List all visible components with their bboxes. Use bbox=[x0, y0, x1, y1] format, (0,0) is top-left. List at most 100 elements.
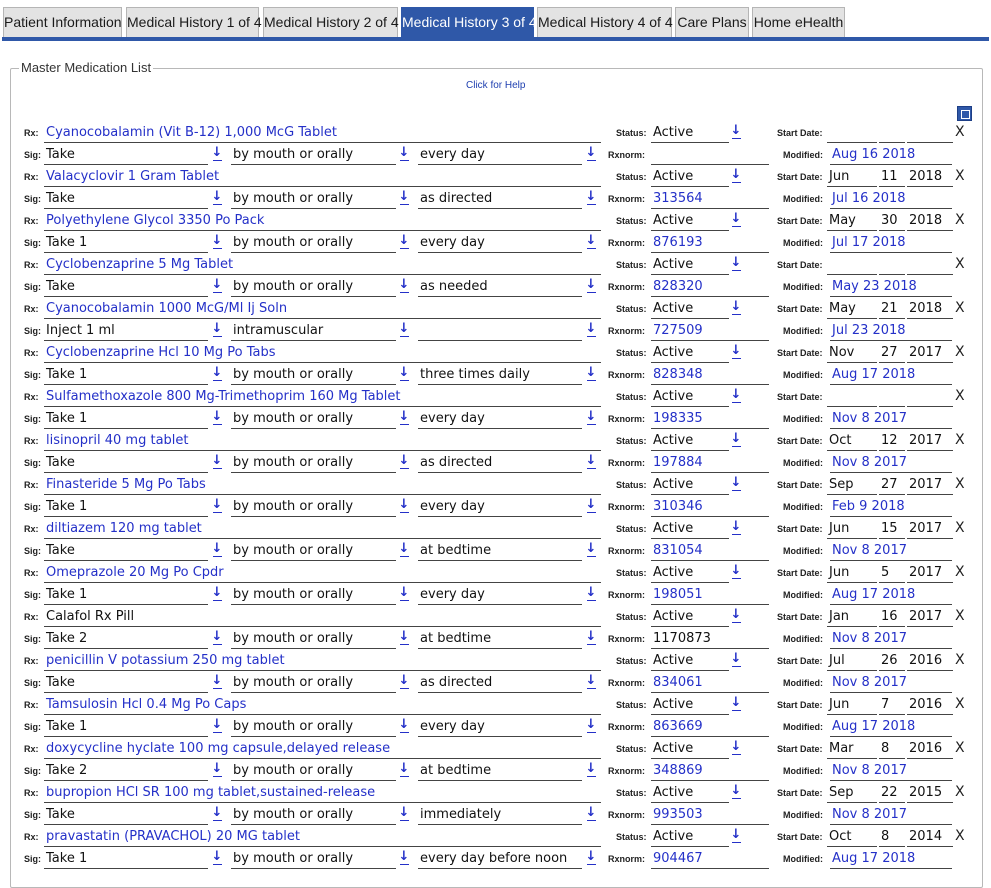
status-value[interactable]: Active bbox=[651, 784, 729, 803]
start-year-field[interactable] bbox=[907, 124, 953, 143]
sig-route-field[interactable]: by mouth or orally bbox=[231, 146, 396, 165]
rxnorm-value[interactable]: 834061 bbox=[651, 674, 769, 693]
down-arrow-icon[interactable]: ↓ bbox=[398, 190, 410, 207]
sig-frequency-field[interactable]: every day bbox=[418, 410, 582, 429]
down-arrow-icon[interactable]: ↓ bbox=[398, 498, 410, 515]
start-day-field[interactable]: 8 bbox=[879, 828, 905, 847]
clear-date-button[interactable]: X bbox=[955, 563, 965, 581]
medication-name[interactable]: Cyanocobalamin (Vit B-12) 1,000 McG Tabl… bbox=[44, 124, 601, 143]
medication-name[interactable]: lisinopril 40 mg tablet bbox=[44, 432, 601, 451]
tab-medical-history-1-of-4[interactable]: Medical History 1 of 4 bbox=[126, 7, 262, 37]
clear-date-button[interactable]: X bbox=[955, 695, 965, 713]
sig-route-field[interactable]: by mouth or orally bbox=[231, 366, 396, 385]
rxnorm-value[interactable]: 198051 bbox=[651, 586, 769, 605]
down-arrow-icon[interactable]: ↓ bbox=[730, 564, 742, 581]
sig-frequency-field[interactable]: every day before noon bbox=[418, 850, 582, 869]
medication-name[interactable]: Cyanocobalamin 1000 McG/Ml Ij Soln bbox=[44, 300, 601, 319]
status-value[interactable]: Active bbox=[651, 168, 729, 187]
down-arrow-icon[interactable]: ↓ bbox=[585, 322, 597, 339]
start-year-field[interactable] bbox=[907, 256, 953, 275]
rxnorm-value[interactable]: 828348 bbox=[651, 366, 769, 385]
start-day-field[interactable]: 21 bbox=[879, 300, 905, 319]
start-day-field[interactable]: 30 bbox=[879, 212, 905, 231]
down-arrow-icon[interactable]: ↓ bbox=[585, 586, 597, 603]
down-arrow-icon[interactable]: ↓ bbox=[730, 740, 742, 757]
sig-route-field[interactable]: by mouth or orally bbox=[231, 586, 396, 605]
down-arrow-icon[interactable]: ↓ bbox=[585, 234, 597, 251]
start-day-field[interactable]: 11 bbox=[879, 168, 905, 187]
start-day-field[interactable]: 7 bbox=[879, 696, 905, 715]
sig-frequency-field[interactable]: as directed bbox=[418, 190, 582, 209]
modified-date[interactable]: Aug 17 2018 bbox=[830, 718, 952, 737]
down-arrow-icon[interactable]: ↓ bbox=[211, 410, 223, 427]
sig-route-field[interactable]: by mouth or orally bbox=[231, 190, 396, 209]
start-year-field[interactable]: 2018 bbox=[907, 300, 953, 319]
sig-route-field[interactable]: intramuscular bbox=[231, 322, 396, 341]
status-value[interactable]: Active bbox=[651, 344, 729, 363]
start-month-field[interactable]: Oct bbox=[827, 828, 877, 847]
expand-icon[interactable] bbox=[957, 106, 972, 121]
start-year-field[interactable]: 2017 bbox=[907, 520, 953, 539]
down-arrow-icon[interactable]: ↓ bbox=[730, 256, 742, 273]
start-year-field[interactable]: 2017 bbox=[907, 432, 953, 451]
sig-frequency-field[interactable]: every day bbox=[418, 146, 582, 165]
sig-dose-field[interactable]: Take bbox=[44, 190, 208, 209]
down-arrow-icon[interactable]: ↓ bbox=[585, 674, 597, 691]
start-day-field[interactable]: 8 bbox=[879, 740, 905, 759]
rxnorm-value[interactable]: 828320 bbox=[651, 278, 769, 297]
clear-date-button[interactable]: X bbox=[955, 343, 965, 361]
down-arrow-icon[interactable]: ↓ bbox=[398, 806, 410, 823]
status-value[interactable]: Active bbox=[651, 256, 729, 275]
down-arrow-icon[interactable]: ↓ bbox=[211, 498, 223, 515]
start-year-field[interactable]: 2016 bbox=[907, 740, 953, 759]
status-value[interactable]: Active bbox=[651, 696, 729, 715]
down-arrow-icon[interactable]: ↓ bbox=[585, 278, 597, 295]
start-month-field[interactable]: Nov bbox=[827, 344, 877, 363]
start-year-field[interactable]: 2017 bbox=[907, 476, 953, 495]
rxnorm-value[interactable]: 993503 bbox=[651, 806, 769, 825]
down-arrow-icon[interactable]: ↓ bbox=[211, 322, 223, 339]
down-arrow-icon[interactable]: ↓ bbox=[398, 630, 410, 647]
down-arrow-icon[interactable]: ↓ bbox=[730, 300, 742, 317]
start-year-field[interactable]: 2014 bbox=[907, 828, 953, 847]
sig-route-field[interactable]: by mouth or orally bbox=[231, 674, 396, 693]
down-arrow-icon[interactable]: ↓ bbox=[730, 696, 742, 713]
status-value[interactable]: Active bbox=[651, 520, 729, 539]
down-arrow-icon[interactable]: ↓ bbox=[398, 586, 410, 603]
down-arrow-icon[interactable]: ↓ bbox=[730, 344, 742, 361]
medication-name[interactable]: Sulfamethoxazole 800 Mg-Trimethoprim 160… bbox=[44, 388, 601, 407]
medication-name[interactable]: Cyclobenzaprine 5 Mg Tablet bbox=[44, 256, 601, 275]
modified-date[interactable]: Nov 8 2017 bbox=[830, 410, 952, 429]
sig-dose-field[interactable]: Take 2 bbox=[44, 762, 208, 781]
rxnorm-value[interactable]: 197884 bbox=[651, 454, 769, 473]
clear-date-button[interactable]: X bbox=[955, 519, 965, 537]
start-year-field[interactable]: 2017 bbox=[907, 608, 953, 627]
down-arrow-icon[interactable]: ↓ bbox=[585, 410, 597, 427]
status-value[interactable]: Active bbox=[651, 476, 729, 495]
start-year-field[interactable]: 2015 bbox=[907, 784, 953, 803]
down-arrow-icon[interactable]: ↓ bbox=[398, 850, 410, 867]
modified-date[interactable]: Feb 9 2018 bbox=[830, 498, 952, 517]
rxnorm-value[interactable]: 831054 bbox=[651, 542, 769, 561]
modified-date[interactable]: Nov 8 2017 bbox=[830, 674, 952, 693]
modified-date[interactable]: Nov 8 2017 bbox=[830, 630, 952, 649]
sig-route-field[interactable]: by mouth or orally bbox=[231, 454, 396, 473]
rxnorm-value[interactable]: 727509 bbox=[651, 322, 769, 341]
start-day-field[interactable] bbox=[879, 124, 905, 143]
medication-name[interactable]: Valacyclovir 1 Gram Tablet bbox=[44, 168, 601, 187]
sig-route-field[interactable]: by mouth or orally bbox=[231, 278, 396, 297]
start-year-field[interactable]: 2017 bbox=[907, 564, 953, 583]
status-value[interactable]: Active bbox=[651, 740, 729, 759]
modified-date[interactable]: Jul 16 2018 bbox=[830, 190, 952, 209]
start-year-field[interactable]: 2016 bbox=[907, 652, 953, 671]
status-value[interactable]: Active bbox=[651, 300, 729, 319]
start-month-field[interactable]: Jun bbox=[827, 520, 877, 539]
sig-frequency-field[interactable]: every day bbox=[418, 498, 582, 517]
start-year-field[interactable] bbox=[907, 388, 953, 407]
down-arrow-icon[interactable]: ↓ bbox=[211, 454, 223, 471]
sig-frequency-field[interactable]: every day bbox=[418, 234, 582, 253]
down-arrow-icon[interactable]: ↓ bbox=[585, 630, 597, 647]
tab-medical-history-3-of-4[interactable]: Medical History 3 of 4 bbox=[401, 7, 537, 37]
start-month-field[interactable] bbox=[827, 388, 877, 407]
sig-dose-field[interactable]: Take bbox=[44, 454, 208, 473]
